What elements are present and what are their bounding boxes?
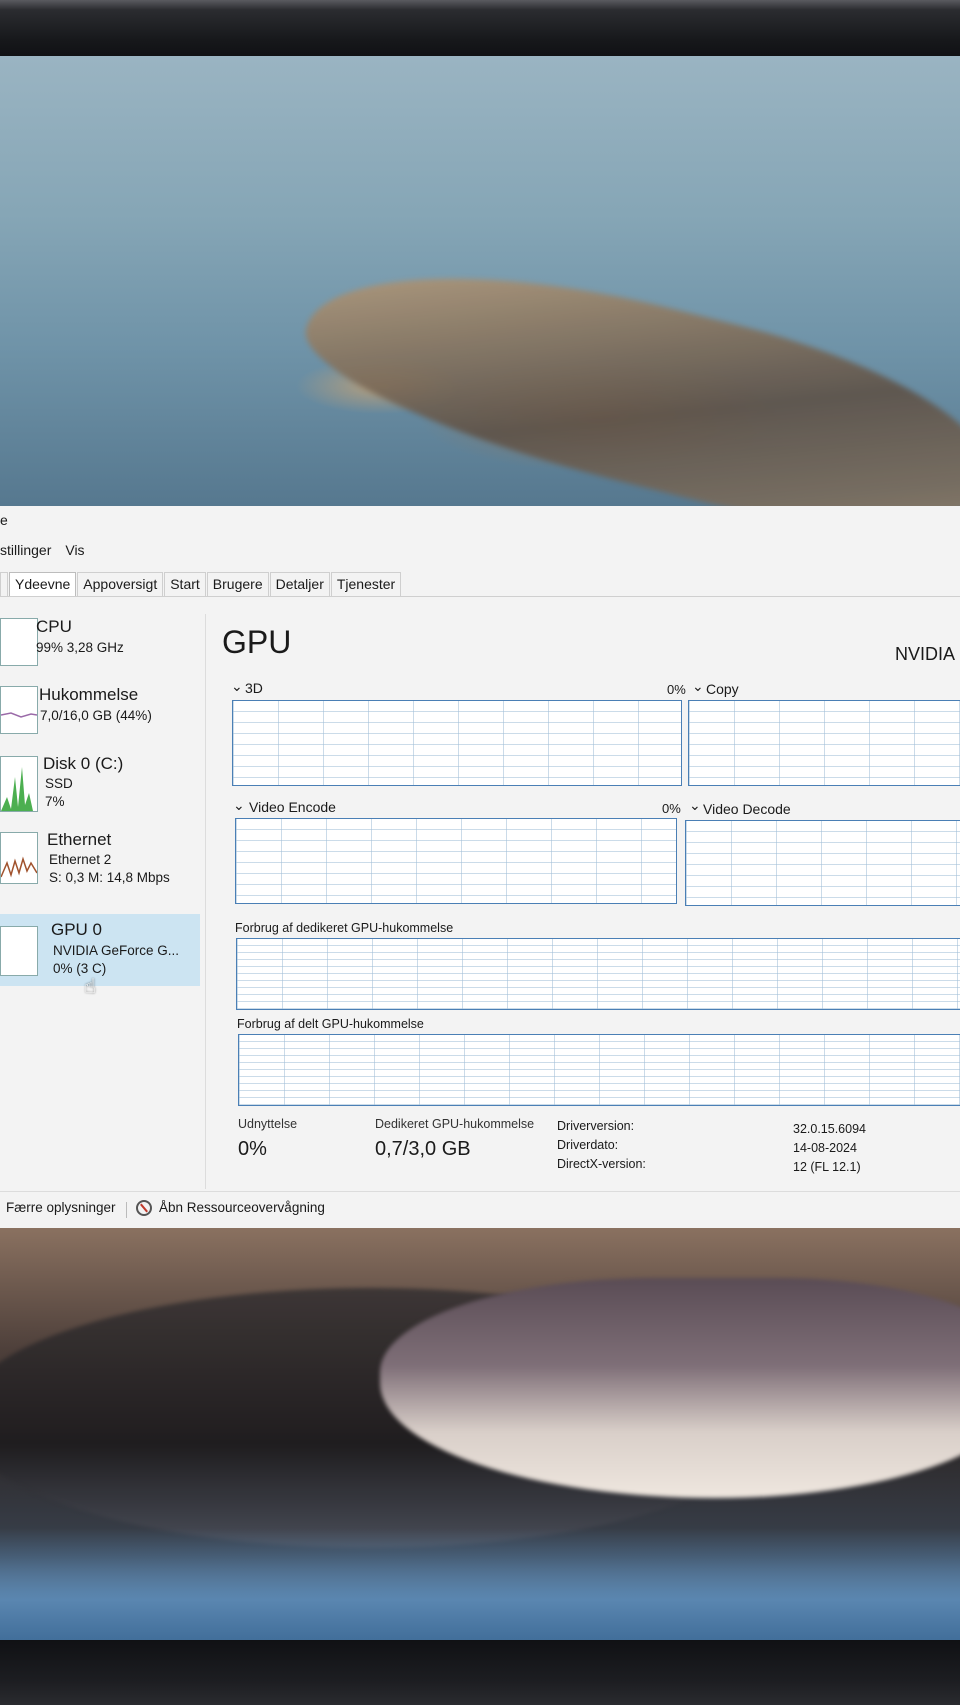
dedicated-memory-stat-label: Dedikeret GPU-hukommelse [375,1117,535,1131]
dedicated-memory-label: Forbrug af dedikeret GPU-hukommelse [235,921,454,935]
cpu-thumbnail-graph [0,618,38,666]
mouse-pointer-icon: ☝ [84,976,97,998]
page-title: GPU [222,624,292,660]
sidebar-item-memory[interactable]: Hukommelse 7,0/16,0 GB (44%) [0,684,200,754]
graph-dedicated-memory [236,938,960,1010]
task-manager-window: e stillinger Vis Ydeevne Appoversigt Sta… [0,506,960,1228]
tab-startup[interactable]: Start [164,572,206,596]
sidebar-item-detail-2: S: 0,3 M: 14,8 Mbps [49,870,170,885]
background-video-bottom [0,1228,960,1640]
background-video-top [0,56,960,506]
dedicated-memory-stat-value: 0,7/3,0 GB [375,1138,471,1160]
driver-version-label: Driverversion: [557,1119,635,1133]
resource-monitor-icon[interactable] [136,1200,152,1216]
sidebar-item-detail: Ethernet 2 [49,852,112,867]
open-resource-monitor-link[interactable]: Åbn Ressourceovervågning [159,1200,325,1215]
tab-details[interactable]: Detaljer [269,572,330,596]
fish-image [288,224,960,506]
engine-pct-3d: 0% [667,682,686,697]
shared-memory-label: Forbrug af delt GPU-hukommelse [237,1017,424,1031]
sidebar-item-ethernet[interactable]: Ethernet Ethernet 2 S: 0,3 M: 14,8 Mbps [0,830,200,902]
fewer-details-link[interactable]: Færre oplysninger [6,1200,116,1215]
ethernet-thumbnail-graph [0,832,38,884]
tab-app-history[interactable]: Appoversigt [77,572,164,596]
engine-label-copy[interactable]: Copy [706,681,739,697]
sidebar-item-label: CPU [36,617,72,636]
sidebar-item-detail: 7,0/16,0 GB (44%) [40,708,152,723]
tab-bar: Ydeevne Appoversigt Start Brugere Detalj… [0,572,960,597]
sidebar-item-cpu[interactable]: CPU 99% 3,28 GHz [0,614,200,684]
sidebar-item-detail: NVIDIA GeForce G... [53,943,180,958]
memory-thumbnail-graph [0,686,38,734]
driver-version-value: 32.0.15.6094 [793,1122,866,1136]
tab-users[interactable]: Brugere [206,572,269,596]
sidebar-item-disk[interactable]: Disk 0 (C:) SSD 7% [0,754,200,824]
chevron-down-icon[interactable]: ⌄ [692,678,704,695]
menu-item-settings[interactable]: stillinger [0,542,51,558]
graph-video-decode [685,820,960,906]
sidebar-item-detail: 99% 3,28 GHz [36,640,124,655]
sidebar: CPU 99% 3,28 GHz Hukommelse 7,0/16,0 GB … [0,614,206,1189]
utilization-value: 0% [238,1138,267,1160]
sidebar-item-label: Disk 0 (C:) [43,754,124,773]
graph-copy [688,700,960,786]
footer-bar: Færre oplysninger Åbn Ressourceovervågni… [0,1191,960,1228]
driver-date-label: Driverdato: [557,1138,619,1152]
sea-image [0,1528,960,1640]
disk-thumbnail-graph [0,756,38,812]
menu-bar: stillinger Vis [0,542,85,558]
engine-label-3d[interactable]: 3D [245,680,263,696]
utilization-label: Udnyttelse [238,1117,298,1131]
sidebar-item-detail: SSD [45,776,73,791]
sidebar-item-label: GPU 0 [51,920,103,939]
engine-label-video-encode[interactable]: Video Encode [249,799,336,815]
directx-version-value: 12 (FL 12.1) [793,1160,861,1174]
engine-label-video-decode[interactable]: Video Decode [703,801,791,817]
graph-video-encode [235,818,677,904]
monitor-bezel-top [0,0,960,56]
sidebar-item-label: Hukommelse [39,685,139,704]
menu-item-view[interactable]: Vis [65,542,84,558]
directx-version-label: DirectX-version: [557,1157,646,1171]
chevron-down-icon[interactable]: ⌄ [689,797,701,814]
sidebar-item-detail-2: 7% [45,794,65,809]
footer-divider [126,1202,127,1218]
memory-thumbnail-line [0,712,38,718]
driver-date-value: 14-08-2024 [793,1141,857,1155]
graph-shared-memory [238,1034,960,1106]
chevron-down-icon[interactable]: ⌄ [231,678,243,695]
chevron-down-icon[interactable]: ⌄ [233,797,245,814]
sidebar-item-label: Ethernet [47,830,112,849]
gpu-thumbnail-graph [0,926,38,976]
window-title: e [0,512,8,528]
gpu-brand: NVIDIA [895,644,956,664]
engine-pct-video-encode: 0% [662,801,681,816]
tab-services[interactable]: Tjenester [330,572,402,596]
gpu-panel: GPU NVIDIA ⌄ 3D 0% ⌄ Copy ⌄ Video Encode… [215,614,960,1189]
tab-performance[interactable]: Ydeevne [9,572,77,596]
graph-3d [232,700,682,786]
disk-thumbnail-bars [1,767,33,811]
ethernet-thumbnail-line [0,856,38,878]
monitor-bezel-bottom [0,1640,960,1705]
tab-processes-edge[interactable] [0,572,8,596]
